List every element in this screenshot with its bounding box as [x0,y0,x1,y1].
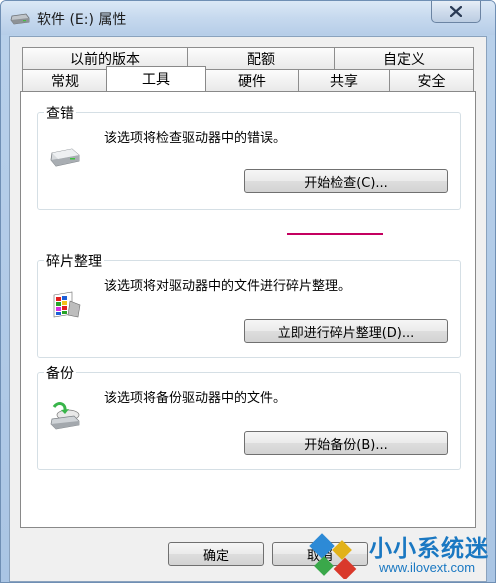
close-icon [450,6,462,17]
tab-quota[interactable]: 配额 [187,47,335,69]
group-error-check: 查错 该选项将检查驱动器中的错误。 开始检查(C)... [37,103,461,210]
defrag-now-button[interactable]: 立即进行碎片整理(D)... [244,319,448,343]
window-title: 软件 (E:) 属性 [37,12,127,28]
tab-hardware[interactable]: 硬件 [205,69,299,91]
watermark: 小小系统迷 www.ilovext.com [307,527,495,582]
tab-sharing[interactable]: 共享 [298,69,390,91]
drive-title-icon [10,12,30,26]
defrag-icon [48,287,82,321]
dialog-client-area: 以前的版本 配额 自定义 常规 工具 硬件 共享 安全 查错 该选项将检查驱动器… [9,36,487,582]
group-label-backup: 备份 [44,363,76,383]
backup-icon [48,399,82,433]
group-label-error-check: 查错 [44,103,76,123]
drive-icon [48,139,82,173]
group-label-defrag: 碎片整理 [44,251,104,271]
highlight-underline [287,233,383,235]
tools-tab-panel: 查错 该选项将检查驱动器中的错误。 开始检查(C)... 碎片整理 该选项将对驱… [20,91,476,528]
properties-window: 软件 (E:) 属性 以前的版本 配额 自定义 常规 工具 硬件 共享 安全 查… [0,0,496,583]
start-check-button[interactable]: 开始检查(C)... [244,169,448,193]
ok-button[interactable]: 确定 [168,542,264,566]
group-backup: 备份 该选项将备份驱动器中的文件。 开始备份(B)... [37,363,461,470]
backup-description: 该选项将备份驱动器中的文件。 [104,391,287,406]
tab-security[interactable]: 安全 [389,69,474,91]
tab-general[interactable]: 常规 [22,69,108,91]
watermark-url: www.ilovext.com [379,560,476,575]
error-check-description: 该选项将检查驱动器中的错误。 [104,131,287,146]
defrag-description: 该选项将对驱动器中的文件进行碎片整理。 [104,279,352,294]
watermark-logo-icon [309,533,363,581]
start-backup-button[interactable]: 开始备份(B)... [244,431,448,455]
title-bar[interactable]: 软件 (E:) 属性 [1,1,495,35]
tab-customize[interactable]: 自定义 [334,47,474,69]
tab-tools[interactable]: 工具 [106,66,206,91]
close-button[interactable] [431,1,481,23]
group-defrag: 碎片整理 该选项将对驱动器中的文件进行碎片整理。 立即进行碎片整理(D)... [37,251,461,358]
watermark-brand: 小小系统迷 [369,536,489,562]
